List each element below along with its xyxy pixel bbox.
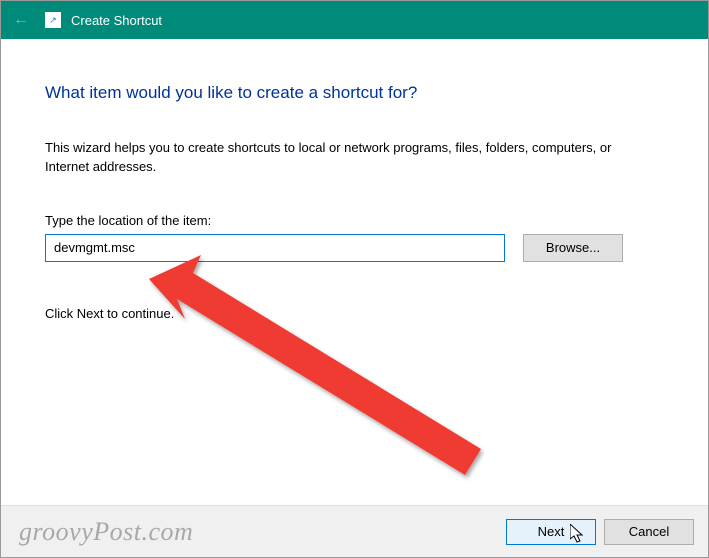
continue-instruction: Click Next to continue. bbox=[45, 306, 664, 321]
next-button[interactable]: Next bbox=[506, 519, 596, 545]
location-label: Type the location of the item: bbox=[45, 213, 664, 228]
wizard-description: This wizard helps you to create shortcut… bbox=[45, 139, 625, 177]
page-heading: What item would you like to create a sho… bbox=[45, 83, 664, 103]
wizard-content: What item would you like to create a sho… bbox=[1, 39, 708, 341]
back-arrow-icon: ← bbox=[13, 11, 29, 29]
titlebar: ← ↗ Create Shortcut bbox=[1, 1, 708, 39]
shortcut-icon: ↗ bbox=[45, 12, 61, 28]
wizard-footer: Next Cancel bbox=[1, 505, 708, 557]
cancel-button[interactable]: Cancel bbox=[604, 519, 694, 545]
location-input[interactable] bbox=[45, 234, 505, 262]
browse-button[interactable]: Browse... bbox=[523, 234, 623, 262]
window-title: Create Shortcut bbox=[71, 13, 162, 28]
location-row: Browse... bbox=[45, 234, 664, 262]
